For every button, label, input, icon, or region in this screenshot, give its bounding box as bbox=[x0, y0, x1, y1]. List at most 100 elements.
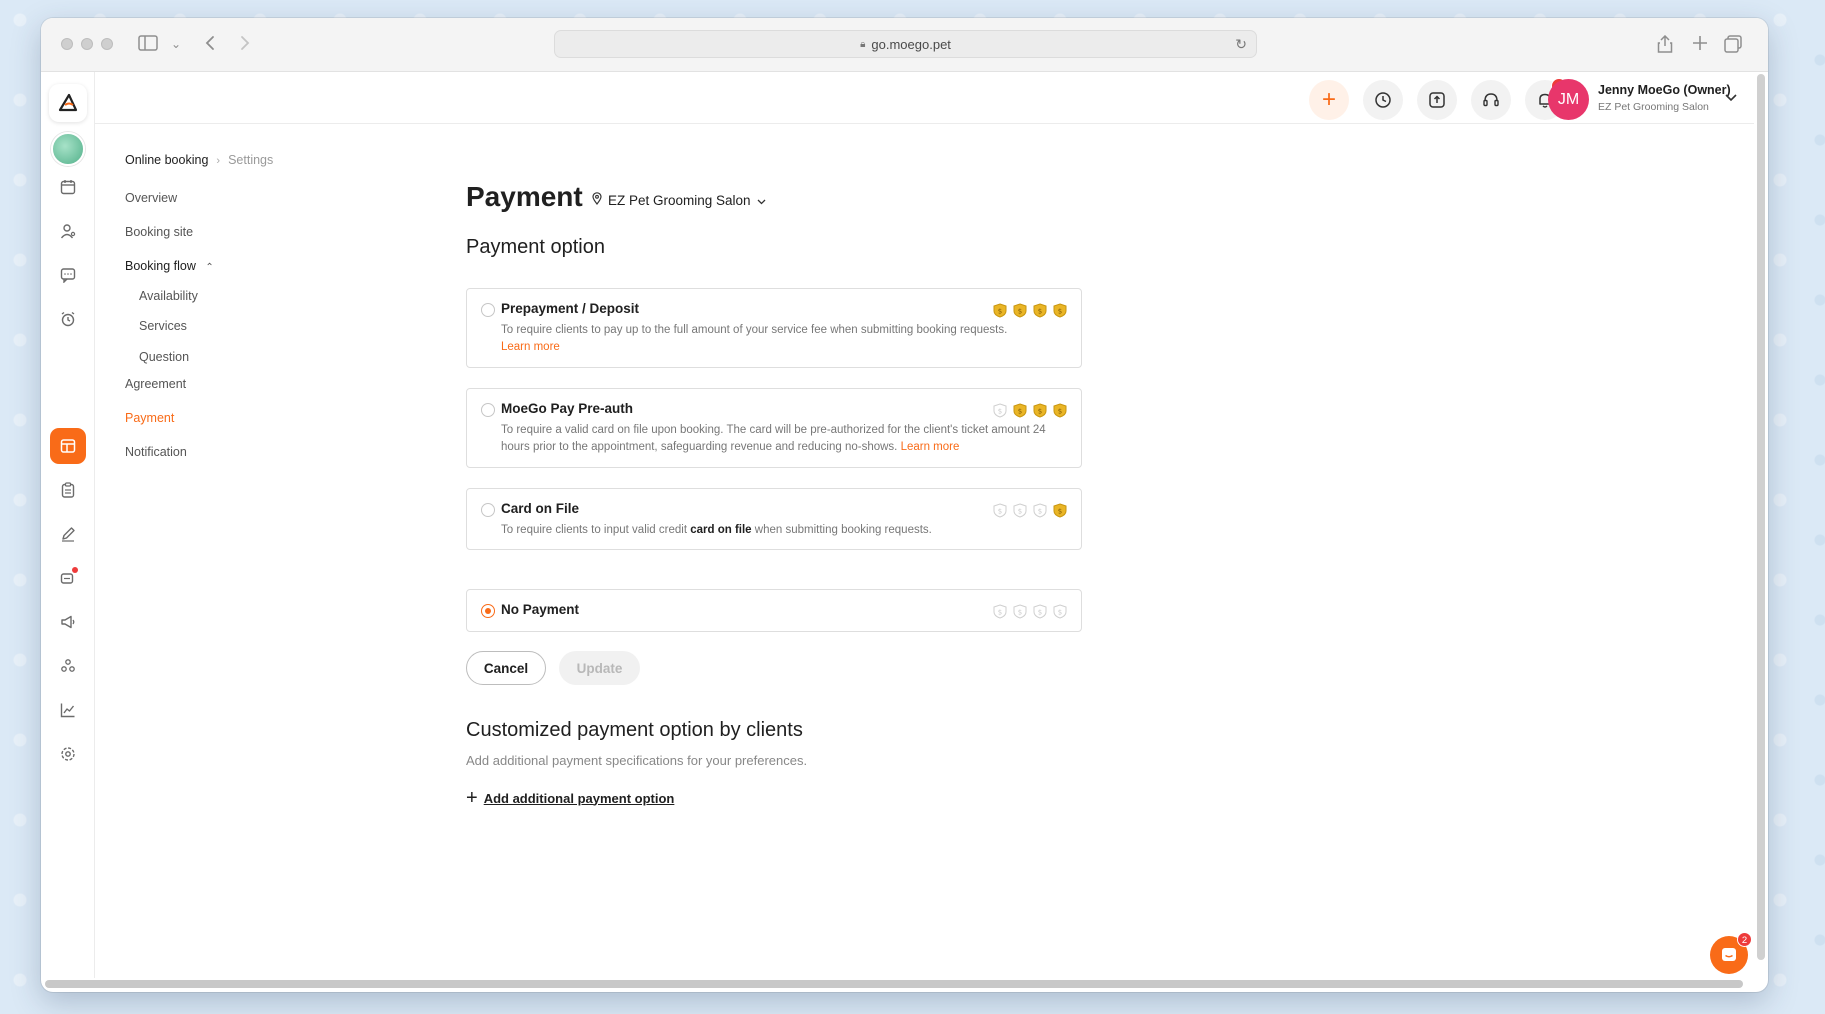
zoom-window-button[interactable] bbox=[101, 38, 113, 50]
forward-arrow-icon[interactable] bbox=[239, 35, 251, 54]
plan-tier-badges: $ $ $ $ bbox=[993, 604, 1067, 619]
breadcrumb-online-booking[interactable]: Online booking bbox=[125, 153, 208, 167]
new-tab-icon[interactable] bbox=[1692, 35, 1708, 54]
plan-tier-badges: $ $ $ $ bbox=[993, 303, 1067, 318]
svg-text:$: $ bbox=[1058, 308, 1062, 316]
chat-launcher-button[interactable]: 2 bbox=[1710, 932, 1752, 974]
tab-overview-icon[interactable] bbox=[1724, 35, 1742, 56]
location-select[interactable]: EZ Pet Grooming Salon bbox=[592, 192, 766, 208]
radio-card-on-file[interactable] bbox=[481, 503, 495, 517]
location-name: EZ Pet Grooming Salon bbox=[608, 192, 751, 208]
option-description: To require clients to pay up to the full… bbox=[501, 322, 1061, 356]
subnav-item-question[interactable]: Question bbox=[139, 350, 189, 364]
tier-shield-inactive-icon: $ bbox=[1053, 604, 1067, 619]
payment-option-prepayment[interactable]: Prepayment / Deposit $ $ $ $ To require cli… bbox=[466, 288, 1082, 368]
chevron-up-icon: ⌃ bbox=[205, 262, 214, 273]
custom-option-heading: Customized payment option by clients bbox=[466, 719, 803, 741]
radio-preauth[interactable] bbox=[481, 403, 495, 417]
subnav-item-notification[interactable]: Notification bbox=[125, 445, 187, 459]
payment-option-heading: Payment option bbox=[466, 236, 605, 258]
messages-icon[interactable] bbox=[50, 257, 86, 293]
tier-shield-active-icon: $ bbox=[1013, 403, 1027, 418]
learn-more-link[interactable]: Learn more bbox=[901, 441, 960, 453]
team-icon[interactable] bbox=[50, 648, 86, 684]
subnav-item-booking-flow[interactable]: Booking flow ⌃ bbox=[125, 259, 214, 273]
quick-add-button[interactable]: + bbox=[1309, 80, 1349, 120]
minimize-window-button[interactable] bbox=[81, 38, 93, 50]
share-icon[interactable] bbox=[1657, 34, 1673, 56]
tier-shield-active-icon: $ bbox=[993, 303, 1007, 318]
moego-logo[interactable] bbox=[49, 84, 87, 122]
payment-option-card-on-file[interactable]: Card on File $ $ $ $ To require clients to … bbox=[466, 488, 1082, 550]
custom-option-subtitle: Add additional payment specifications fo… bbox=[466, 753, 808, 768]
radio-prepayment[interactable] bbox=[481, 303, 495, 317]
payment-option-preauth[interactable]: MoeGo Pay Pre-auth $ $ $ $ To require a val… bbox=[466, 388, 1082, 468]
notification-dot bbox=[72, 567, 78, 573]
radio-no-payment[interactable] bbox=[481, 604, 495, 618]
svg-text:$: $ bbox=[998, 508, 1002, 516]
svg-text:$: $ bbox=[1038, 308, 1042, 316]
update-button[interactable]: Update bbox=[559, 651, 640, 685]
subnav-item-payment[interactable]: Payment bbox=[125, 411, 174, 425]
chat-icon bbox=[1722, 948, 1736, 961]
payment-option-no-payment[interactable]: No Payment $ $ $ $ bbox=[466, 589, 1082, 632]
user-name[interactable]: Jenny MoeGo (Owner) bbox=[1598, 83, 1731, 97]
clipboard-icon[interactable] bbox=[50, 472, 86, 508]
back-arrow-icon[interactable] bbox=[204, 35, 216, 54]
add-payment-option-label: Add additional payment option bbox=[483, 790, 675, 806]
subnav-item-availability[interactable]: Availability bbox=[139, 289, 198, 303]
chat-badge: 2 bbox=[1737, 932, 1752, 947]
plan-tier-badges: $ $ $ $ bbox=[993, 503, 1067, 518]
cancel-button[interactable]: Cancel bbox=[466, 651, 546, 685]
plan-tier-badges: $ $ $ $ bbox=[993, 403, 1067, 418]
breadcrumb: Online booking › Settings bbox=[125, 153, 273, 167]
calendar-icon[interactable] bbox=[50, 169, 86, 205]
address-bar[interactable]: 🔒︎ go.moego.pet ↻ bbox=[554, 30, 1257, 58]
subnav-item-agreement[interactable]: Agreement bbox=[125, 377, 186, 391]
breadcrumb-settings: Settings bbox=[228, 153, 274, 167]
svg-text:$: $ bbox=[1018, 609, 1022, 617]
chevron-down-icon[interactable] bbox=[1725, 89, 1737, 107]
tier-shield-active-icon: $ bbox=[1053, 403, 1067, 418]
subnav-item-services[interactable]: Services bbox=[139, 319, 187, 333]
tier-shield-active-icon: $ bbox=[1033, 303, 1047, 318]
clients-icon[interactable] bbox=[50, 213, 86, 249]
user-avatar[interactable]: JM bbox=[1548, 79, 1589, 120]
marketing-icon[interactable] bbox=[50, 560, 86, 596]
sidebar-toggle-icon[interactable] bbox=[138, 35, 158, 54]
vertical-scrollbar[interactable] bbox=[1757, 74, 1765, 960]
subnav-item-booking-site[interactable]: Booking site bbox=[125, 225, 193, 239]
svg-text:$: $ bbox=[1058, 408, 1062, 416]
alarm-clock-icon[interactable] bbox=[50, 301, 86, 337]
business-avatar[interactable] bbox=[51, 132, 85, 166]
reload-icon[interactable]: ↻ bbox=[1235, 36, 1247, 53]
megaphone-icon[interactable] bbox=[50, 604, 86, 640]
chevron-down-icon[interactable]: ⌄ bbox=[171, 35, 181, 53]
horizontal-scrollbar[interactable] bbox=[45, 980, 1743, 988]
subnav-item-overview[interactable]: Overview bbox=[125, 191, 177, 205]
upload-icon[interactable] bbox=[1417, 80, 1457, 120]
tier-shield-active-icon: $ bbox=[1013, 303, 1027, 318]
svg-text:$: $ bbox=[1018, 408, 1022, 416]
add-payment-option-button[interactable]: + Add additional payment option bbox=[466, 787, 675, 809]
close-window-button[interactable] bbox=[61, 38, 73, 50]
tier-shield-active-icon: $ bbox=[1033, 403, 1047, 418]
option-description: To require a valid card on file upon boo… bbox=[501, 422, 1061, 456]
svg-text:$: $ bbox=[1018, 508, 1022, 516]
support-headset-icon[interactable] bbox=[1471, 80, 1511, 120]
location-pin-icon bbox=[592, 192, 602, 208]
option-description-text: To require clients to input valid credit bbox=[501, 524, 688, 536]
option-description-text: To require a valid card on file upon boo… bbox=[501, 424, 1046, 453]
tier-shield-active-icon: $ bbox=[1053, 503, 1067, 518]
reports-chart-icon[interactable] bbox=[50, 692, 86, 728]
learn-more-link[interactable]: Learn more bbox=[501, 341, 560, 353]
settings-gear-icon[interactable] bbox=[50, 736, 86, 772]
clock-icon[interactable] bbox=[1363, 80, 1403, 120]
option-title: MoeGo Pay Pre-auth bbox=[501, 401, 634, 416]
option-description-text: To require clients to pay up to the full… bbox=[501, 324, 1008, 336]
plus-icon: + bbox=[466, 787, 478, 809]
online-booking-icon[interactable] bbox=[50, 428, 86, 464]
chevron-right-icon: › bbox=[216, 155, 221, 167]
app-header: + 2 JM Jenny MoeGo (Owner) EZ Pet Groomi… bbox=[95, 72, 1754, 124]
pen-icon[interactable] bbox=[50, 516, 86, 552]
